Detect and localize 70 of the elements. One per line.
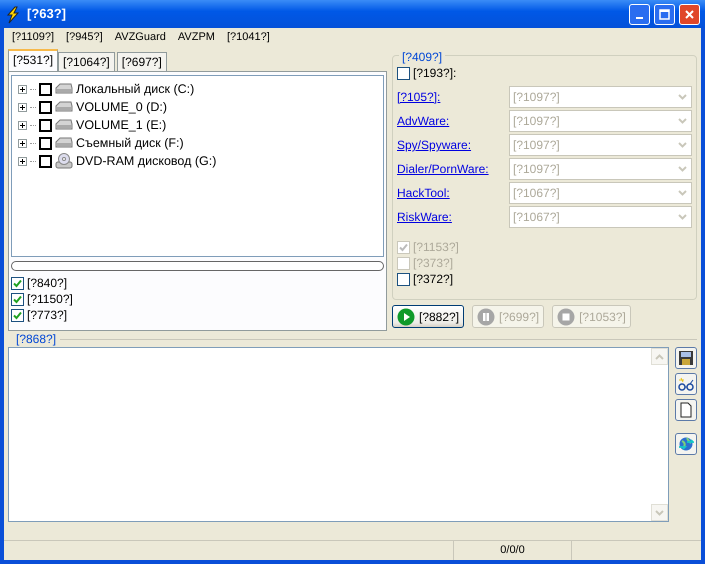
caret-icon <box>678 214 687 220</box>
checkbox[interactable] <box>11 308 24 322</box>
caret-icon <box>678 94 687 100</box>
drive-icon <box>55 83 73 95</box>
checkbox-label: [?373?] <box>413 255 454 272</box>
drive-label[interactable]: Съемный диск (F:) <box>76 134 184 152</box>
expander-icon[interactable] <box>18 84 27 94</box>
menu-item[interactable]: [?1041?] <box>220 28 276 46</box>
caret-icon <box>678 166 687 172</box>
scrollbar[interactable] <box>651 348 668 521</box>
window-title: [?63?] <box>27 5 66 24</box>
play-icon <box>397 308 415 326</box>
caret-icon <box>678 118 687 124</box>
checkbox[interactable] <box>39 154 52 168</box>
checkbox[interactable] <box>397 66 410 80</box>
scroll-down-icon <box>655 510 664 516</box>
menu-item[interactable]: AVZPM <box>172 28 221 46</box>
menu-item[interactable]: [?945?] <box>60 28 109 46</box>
checkbox[interactable] <box>39 136 52 150</box>
expander-icon[interactable] <box>18 156 27 166</box>
tab[interactable]: [?531?] <box>8 49 58 71</box>
maximize-button[interactable] <box>654 4 675 24</box>
checkbox[interactable] <box>11 292 24 306</box>
caret-icon <box>678 142 687 148</box>
status-counts: 0/0/0 <box>500 543 525 558</box>
document-icon <box>678 402 694 418</box>
close-button[interactable] <box>679 4 700 24</box>
checkbox-label: [?193?]: <box>413 65 456 82</box>
minimize-icon <box>636 17 643 19</box>
globe-icon <box>678 436 694 452</box>
toolbar-button[interactable] <box>675 399 697 421</box>
tab[interactable]: [?1064?] <box>58 52 115 71</box>
drive-label[interactable]: Локальный диск (C:) <box>76 80 194 98</box>
save-icon <box>678 350 694 366</box>
checkbox[interactable] <box>39 118 52 132</box>
option-label: [?840?] <box>27 275 68 292</box>
minimize-button[interactable] <box>629 4 650 24</box>
menu-item[interactable]: [?1109?] <box>6 28 60 46</box>
drive-label[interactable]: VOLUME_0 (D:) <box>76 98 167 116</box>
option-label: [?773?] <box>27 307 68 324</box>
stop-icon <box>557 308 576 326</box>
toolbar-button[interactable] <box>675 373 697 395</box>
dvd-drive-icon <box>55 153 73 169</box>
toolbar-button[interactable] <box>675 347 697 369</box>
action-button[interactable]: [?882?] <box>392 305 464 328</box>
checkbox[interactable] <box>39 82 52 96</box>
expander-icon[interactable] <box>18 102 27 112</box>
menu-item[interactable]: AVZGuard <box>108 28 172 46</box>
expander-icon[interactable] <box>18 120 27 130</box>
expander-icon[interactable] <box>18 138 27 148</box>
app-icon <box>5 6 21 24</box>
checkbox[interactable] <box>11 276 24 290</box>
maximize-icon <box>659 8 670 20</box>
drive-icon <box>55 119 73 131</box>
drive-icon <box>55 101 73 113</box>
checkbox-label: [?1153?] <box>413 239 459 256</box>
option-label: [?1150?] <box>27 291 73 308</box>
caret-icon <box>678 190 687 196</box>
checkbox[interactable] <box>39 100 52 114</box>
close-icon <box>684 8 695 20</box>
pause-icon <box>477 308 496 326</box>
checkbox[interactable] <box>397 272 410 286</box>
scroll-up-icon <box>655 354 664 360</box>
drive-label[interactable]: VOLUME_1 (E:) <box>76 116 166 134</box>
glasses-icon <box>678 376 694 392</box>
log-title: [?868?] <box>15 331 56 348</box>
drive-icon <box>55 137 73 149</box>
drive-label[interactable]: DVD-RAM дисковод (G:) <box>76 152 216 170</box>
tab[interactable]: [?697?] <box>116 52 167 71</box>
checkbox-label: [?372?] <box>413 271 454 288</box>
